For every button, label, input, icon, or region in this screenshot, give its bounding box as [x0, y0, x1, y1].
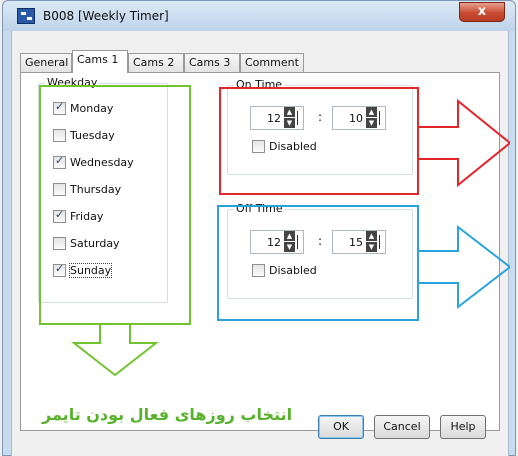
ok-button[interactable]: OK — [318, 415, 364, 439]
tab-cams-2[interactable]: Cams 2 — [128, 53, 184, 72]
weekday-highlight-box — [39, 85, 191, 325]
tab-general[interactable]: General — [20, 53, 72, 72]
tab-comment[interactable]: Comment — [240, 53, 304, 72]
window-title: B008 [Weekly Timer] — [43, 9, 169, 23]
weekday-annotation-text: انتخاب روزهای فعال بودن تایمر — [42, 405, 293, 424]
app-icon — [17, 8, 35, 24]
close-button[interactable]: x — [459, 2, 505, 22]
title-bar[interactable]: B008 [Weekly Timer] x — [3, 1, 515, 31]
on-time-highlight-box — [219, 87, 419, 195]
tab-cams-3[interactable]: Cams 3 — [184, 53, 240, 72]
dialog-window: B008 [Weekly Timer] x General Cams 1 Cam… — [2, 0, 516, 456]
off-time-highlight-box — [217, 205, 419, 321]
cancel-button[interactable]: Cancel — [374, 415, 430, 439]
tab-cams-1[interactable]: Cams 1 — [72, 50, 128, 73]
dialog-client: General Cams 1 Cams 2 Cams 3 Comment Wee… — [11, 31, 510, 456]
help-button[interactable]: Help — [440, 415, 486, 439]
